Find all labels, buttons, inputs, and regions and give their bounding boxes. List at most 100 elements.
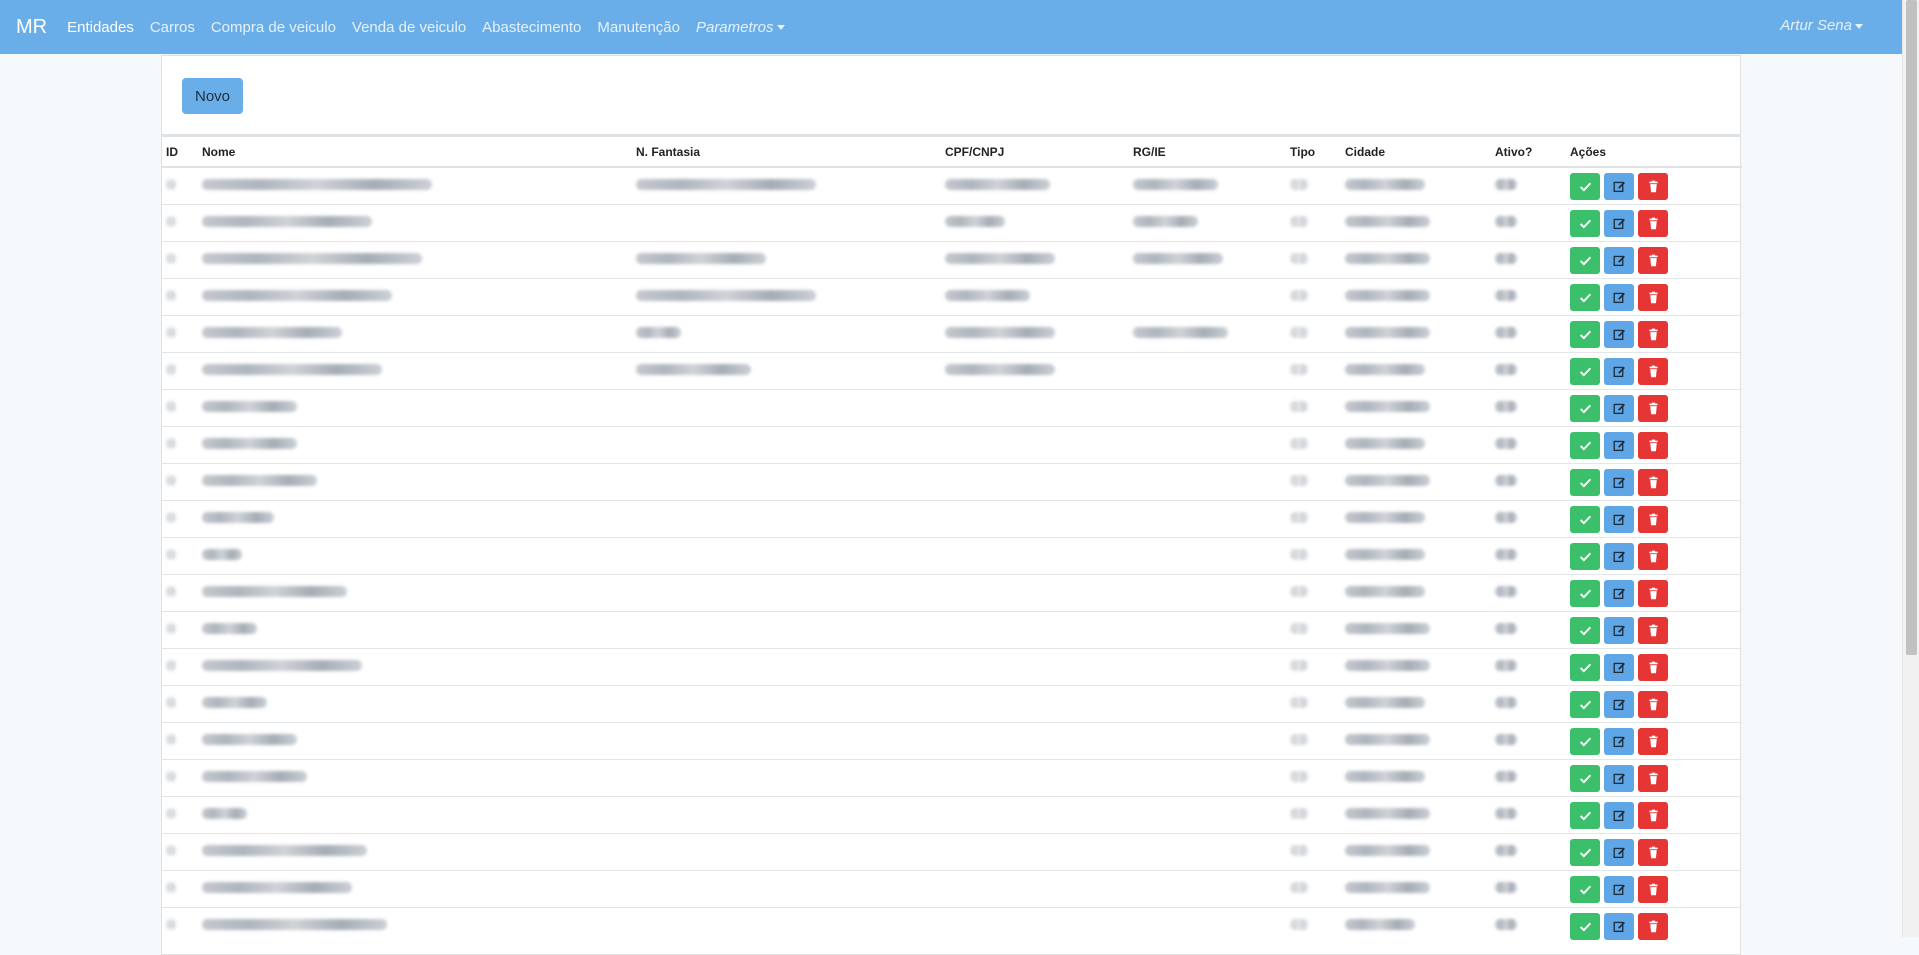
edit-button[interactable] bbox=[1604, 727, 1634, 755]
table-row[interactable] bbox=[162, 204, 1742, 242]
table-row[interactable] bbox=[162, 500, 1742, 538]
nav-item-entidades[interactable]: Entidades bbox=[67, 19, 134, 36]
nav-item-venda-veiculo[interactable]: Venda de veiculo bbox=[352, 19, 466, 36]
table-row[interactable] bbox=[162, 611, 1742, 649]
approve-button[interactable] bbox=[1570, 616, 1600, 644]
approve-button[interactable] bbox=[1570, 246, 1600, 274]
approve-button[interactable] bbox=[1570, 283, 1600, 311]
approve-button[interactable] bbox=[1570, 468, 1600, 496]
scrollbar-thumb[interactable] bbox=[1906, 0, 1917, 655]
edit-button[interactable] bbox=[1604, 690, 1634, 718]
approve-button[interactable] bbox=[1570, 912, 1600, 940]
delete-button[interactable] bbox=[1638, 727, 1668, 755]
table-row[interactable] bbox=[162, 833, 1742, 871]
nav-item-carros[interactable]: Carros bbox=[150, 19, 195, 36]
edit-button[interactable] bbox=[1604, 209, 1634, 237]
approve-button[interactable] bbox=[1570, 653, 1600, 681]
approve-button[interactable] bbox=[1570, 579, 1600, 607]
nav-item-abastecimento[interactable]: Abastecimento bbox=[482, 19, 581, 36]
vertical-scrollbar[interactable] bbox=[1902, 0, 1919, 937]
edit-button[interactable] bbox=[1604, 431, 1634, 459]
approve-button[interactable] bbox=[1570, 505, 1600, 533]
delete-button[interactable] bbox=[1638, 690, 1668, 718]
table-row[interactable] bbox=[162, 870, 1742, 908]
delete-button[interactable] bbox=[1638, 283, 1668, 311]
edit-button[interactable] bbox=[1604, 172, 1634, 200]
table-row[interactable] bbox=[162, 648, 1742, 686]
edit-button[interactable] bbox=[1604, 468, 1634, 496]
col-header-rg-ie[interactable]: RG/IE bbox=[1129, 137, 1286, 168]
edit-button[interactable] bbox=[1604, 357, 1634, 385]
delete-button[interactable] bbox=[1638, 764, 1668, 792]
nav-item-manutencao[interactable]: Manutenção bbox=[597, 19, 680, 36]
approve-button[interactable] bbox=[1570, 727, 1600, 755]
delete-button[interactable] bbox=[1638, 394, 1668, 422]
table-row[interactable] bbox=[162, 685, 1742, 723]
col-header-ativo[interactable]: Ativo? bbox=[1491, 137, 1566, 168]
table-row[interactable] bbox=[162, 796, 1742, 834]
approve-button[interactable] bbox=[1570, 875, 1600, 903]
delete-button[interactable] bbox=[1638, 209, 1668, 237]
approve-button[interactable] bbox=[1570, 801, 1600, 829]
col-header-fantasia[interactable]: N. Fantasia bbox=[632, 137, 941, 168]
table-row[interactable] bbox=[162, 352, 1742, 390]
delete-button[interactable] bbox=[1638, 875, 1668, 903]
edit-button[interactable] bbox=[1604, 801, 1634, 829]
edit-button[interactable] bbox=[1604, 246, 1634, 274]
edit-button[interactable] bbox=[1604, 912, 1634, 940]
col-header-id[interactable]: ID bbox=[162, 137, 198, 168]
edit-button[interactable] bbox=[1604, 283, 1634, 311]
col-header-cidade[interactable]: Cidade bbox=[1341, 137, 1491, 168]
edit-button[interactable] bbox=[1604, 320, 1634, 348]
delete-button[interactable] bbox=[1638, 653, 1668, 681]
table-row[interactable] bbox=[162, 537, 1742, 575]
table-row[interactable] bbox=[162, 315, 1742, 353]
approve-button[interactable] bbox=[1570, 542, 1600, 570]
nav-item-compra-veiculo[interactable]: Compra de veiculo bbox=[211, 19, 336, 36]
new-entity-button[interactable]: Novo bbox=[182, 78, 243, 114]
delete-button[interactable] bbox=[1638, 579, 1668, 607]
edit-button[interactable] bbox=[1604, 838, 1634, 866]
delete-button[interactable] bbox=[1638, 912, 1668, 940]
edit-button[interactable] bbox=[1604, 542, 1634, 570]
approve-button[interactable] bbox=[1570, 690, 1600, 718]
delete-button[interactable] bbox=[1638, 468, 1668, 496]
delete-button[interactable] bbox=[1638, 246, 1668, 274]
delete-button[interactable] bbox=[1638, 801, 1668, 829]
approve-button[interactable] bbox=[1570, 431, 1600, 459]
delete-button[interactable] bbox=[1638, 542, 1668, 570]
approve-button[interactable] bbox=[1570, 394, 1600, 422]
approve-button[interactable] bbox=[1570, 172, 1600, 200]
table-row[interactable] bbox=[162, 574, 1742, 612]
delete-button[interactable] bbox=[1638, 320, 1668, 348]
edit-button[interactable] bbox=[1604, 579, 1634, 607]
table-row[interactable] bbox=[162, 759, 1742, 797]
edit-button[interactable] bbox=[1604, 875, 1634, 903]
approve-button[interactable] bbox=[1570, 320, 1600, 348]
user-menu[interactable]: Artur Sena bbox=[1780, 17, 1863, 34]
approve-button[interactable] bbox=[1570, 838, 1600, 866]
table-row[interactable] bbox=[162, 426, 1742, 464]
approve-button[interactable] bbox=[1570, 209, 1600, 237]
edit-button[interactable] bbox=[1604, 653, 1634, 681]
table-row[interactable] bbox=[162, 463, 1742, 501]
delete-button[interactable] bbox=[1638, 357, 1668, 385]
table-row[interactable] bbox=[162, 389, 1742, 427]
table-row[interactable] bbox=[162, 241, 1742, 279]
brand-logo[interactable]: MR bbox=[16, 16, 47, 39]
edit-button[interactable] bbox=[1604, 616, 1634, 644]
delete-button[interactable] bbox=[1638, 838, 1668, 866]
delete-button[interactable] bbox=[1638, 616, 1668, 644]
delete-button[interactable] bbox=[1638, 431, 1668, 459]
col-header-tipo[interactable]: Tipo bbox=[1286, 137, 1341, 168]
table-row[interactable] bbox=[162, 166, 1742, 205]
approve-button[interactable] bbox=[1570, 764, 1600, 792]
edit-button[interactable] bbox=[1604, 505, 1634, 533]
nav-dropdown-parametros[interactable]: Parametros bbox=[696, 19, 785, 36]
table-row[interactable] bbox=[162, 907, 1742, 944]
approve-button[interactable] bbox=[1570, 357, 1600, 385]
col-header-cpf-cnpj[interactable]: CPF/CNPJ bbox=[941, 137, 1129, 168]
col-header-nome[interactable]: Nome bbox=[198, 137, 632, 168]
table-row[interactable] bbox=[162, 278, 1742, 316]
table-row[interactable] bbox=[162, 722, 1742, 760]
